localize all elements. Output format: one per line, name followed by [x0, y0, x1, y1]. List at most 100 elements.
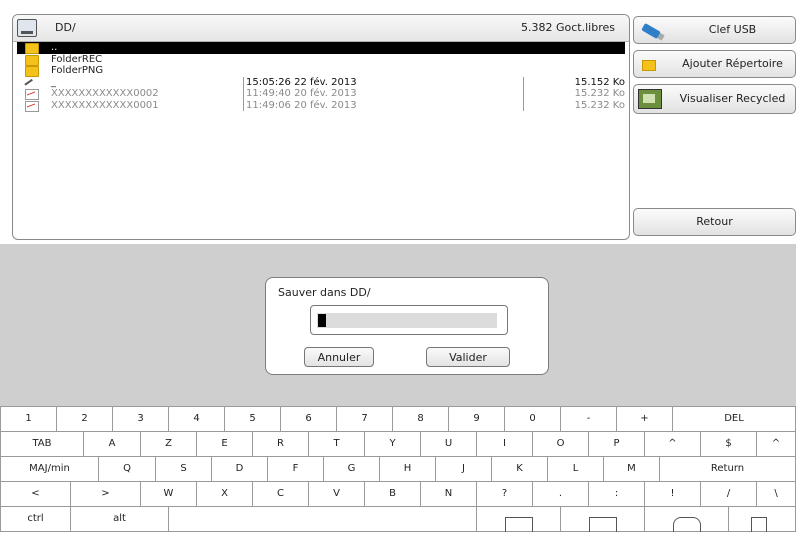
file-row-folderrec[interactable]: FolderREC [17, 54, 625, 66]
key-tab[interactable]: TAB [0, 431, 84, 457]
key-f[interactable]: F [267, 456, 324, 482]
file-list: .. FolderREC FolderPNG _ 15:05:26 22 fév… [17, 42, 627, 112]
key-space[interactable] [168, 506, 477, 532]
key-left-arrow[interactable] [476, 506, 561, 532]
key-1[interactable]: 1 [0, 406, 57, 432]
key-caret[interactable]: ^ [644, 431, 701, 457]
key-down-arrow[interactable] [728, 506, 796, 532]
view-recycled-button[interactable]: Visualiser Recycled [633, 84, 796, 114]
file-name: _ [51, 76, 56, 88]
key-b[interactable]: B [364, 481, 421, 507]
key-caret-2[interactable]: ^ [756, 431, 796, 457]
key-y[interactable]: Y [364, 431, 421, 457]
file-date: 15:05:26 22 fév. 2013 [243, 76, 526, 88]
key-m[interactable]: M [603, 456, 660, 482]
key-return[interactable]: Return [659, 456, 796, 482]
key-alt[interactable]: alt [70, 506, 169, 532]
usb-key-label: Clef USB [708, 23, 757, 36]
file-browser: DD/ 5.382 Goct.libres .. FolderREC Folde… [12, 14, 630, 240]
file-size: 15.232 Ko [523, 88, 627, 100]
key-i[interactable]: I [476, 431, 533, 457]
key-9[interactable]: 9 [448, 406, 505, 432]
key-d[interactable]: D [211, 456, 268, 482]
key-0[interactable]: 0 [504, 406, 561, 432]
key-5[interactable]: 5 [224, 406, 281, 432]
key-question[interactable]: ? [476, 481, 533, 507]
key-dollar[interactable]: $ [700, 431, 757, 457]
usb-key-button[interactable]: Clef USB [633, 16, 796, 44]
key-ctrl[interactable]: ctrl [0, 506, 71, 532]
file-name: XXXXXXXXXXXX0002 [51, 88, 159, 99]
key-h[interactable]: H [379, 456, 436, 482]
path-bar: DD/ 5.382 Goct.libres [13, 15, 629, 42]
drive-icon [17, 19, 37, 37]
dialog-title: Sauver dans DD/ [278, 286, 371, 299]
file-size: 15.152 Ko [523, 76, 627, 88]
key-r[interactable]: R [252, 431, 309, 457]
folder-icon [25, 43, 39, 54]
key-3[interactable]: 3 [112, 406, 169, 432]
cancel-button[interactable]: Annuler [304, 347, 374, 367]
add-directory-button[interactable]: Ajouter Répertoire [633, 50, 796, 78]
key-a[interactable]: A [83, 431, 141, 457]
file-row-parent[interactable]: .. [17, 42, 625, 54]
key-4[interactable]: 4 [168, 406, 225, 432]
arrow-up-icon [673, 517, 701, 532]
key-up-arrow[interactable] [644, 506, 729, 532]
graph-file-icon [25, 89, 39, 100]
file-name: FolderPNG [51, 65, 104, 76]
file-row-0001[interactable]: XXXXXXXXXXXX0001 11:49:06 20 fév. 2013 1… [17, 99, 625, 112]
key-greater[interactable]: > [70, 481, 141, 507]
free-space-label: 5.382 Goct.libres [521, 21, 615, 34]
key-shift[interactable]: MAJ/min [0, 456, 99, 482]
file-name: XXXXXXXXXXXX0001 [51, 99, 159, 111]
keyboard-row-1: 1 2 3 4 5 6 7 8 9 0 - + DEL [0, 406, 796, 432]
key-plus[interactable]: + [616, 406, 673, 432]
key-u[interactable]: U [420, 431, 477, 457]
key-x[interactable]: X [196, 481, 253, 507]
folder-icon [25, 54, 39, 66]
key-backslash[interactable]: \ [756, 481, 796, 507]
key-p[interactable]: P [588, 431, 645, 457]
key-8[interactable]: 8 [392, 406, 449, 432]
back-button[interactable]: Retour [633, 208, 796, 236]
key-t[interactable]: T [308, 431, 365, 457]
key-o[interactable]: O [532, 431, 589, 457]
file-row-tool[interactable]: _ 15:05:26 22 fév. 2013 15.152 Ko [17, 76, 627, 88]
key-z[interactable]: Z [140, 431, 197, 457]
key-c[interactable]: C [252, 481, 309, 507]
key-v[interactable]: V [308, 481, 365, 507]
key-minus[interactable]: - [560, 406, 617, 432]
text-cursor [318, 314, 326, 327]
filename-field[interactable] [317, 313, 497, 328]
filename-input[interactable] [310, 305, 508, 335]
add-directory-label: Ajouter Répertoire [682, 57, 783, 70]
key-j[interactable]: J [435, 456, 492, 482]
key-less[interactable]: < [0, 481, 71, 507]
file-row-0002[interactable]: XXXXXXXXXXXX0002 11:49:40 20 fév. 2013 1… [17, 88, 625, 100]
key-exclaim[interactable]: ! [644, 481, 701, 507]
key-q[interactable]: Q [98, 456, 156, 482]
key-g[interactable]: G [323, 456, 380, 482]
keyboard-row-3: MAJ/min Q S D F G H J K L M Return [0, 456, 796, 482]
key-6[interactable]: 6 [280, 406, 337, 432]
key-period[interactable]: . [532, 481, 589, 507]
graph-file-icon [25, 100, 39, 112]
key-colon[interactable]: : [588, 481, 645, 507]
key-n[interactable]: N [420, 481, 477, 507]
key-l[interactable]: L [547, 456, 604, 482]
file-name: FolderREC [51, 53, 103, 65]
key-k[interactable]: K [491, 456, 548, 482]
key-7[interactable]: 7 [336, 406, 393, 432]
key-s[interactable]: S [155, 456, 212, 482]
tool-icon [24, 78, 35, 88]
validate-button[interactable]: Valider [426, 347, 510, 367]
key-slash[interactable]: / [700, 481, 757, 507]
key-right-arrow[interactable] [560, 506, 645, 532]
add-folder-icon [642, 60, 656, 71]
file-row-folderpng[interactable]: FolderPNG [17, 65, 625, 77]
key-2[interactable]: 2 [56, 406, 113, 432]
key-w[interactable]: W [140, 481, 197, 507]
key-del[interactable]: DEL [672, 406, 796, 432]
key-e[interactable]: E [196, 431, 253, 457]
